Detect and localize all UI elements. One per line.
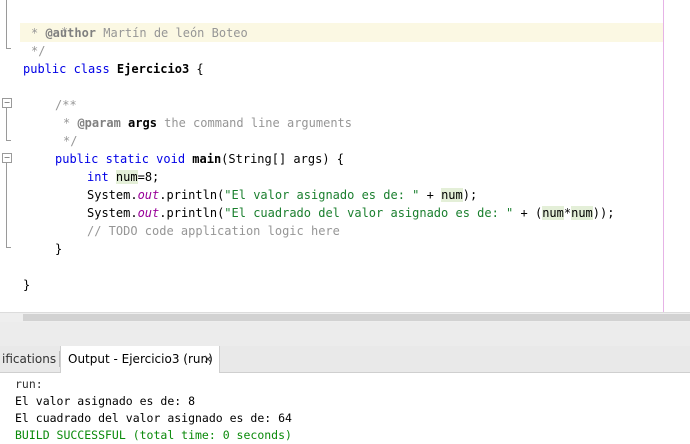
right-margin-guide <box>663 0 664 312</box>
code-text: )); <box>592 206 615 220</box>
scrollbar-thumb[interactable] <box>23 314 690 321</box>
fold-line <box>6 108 7 140</box>
javadoc-tag: @author <box>45 26 97 40</box>
code-editor[interactable]: − − * * @author Martín de león Boteo */ … <box>0 0 690 312</box>
code-line: * @author Martín de león Boteo <box>23 24 248 42</box>
fold-line <box>6 0 7 48</box>
code-line: */ <box>23 132 77 150</box>
code-line: System.out.println("El cuadrado del valo… <box>23 204 614 222</box>
code-line: // TODO code application logic here <box>23 222 340 240</box>
string-literal: "El cuadrado del valor asignado es de: " <box>224 206 514 220</box>
output-line: run: <box>15 377 43 391</box>
fold-line-end <box>6 48 11 49</box>
comment-text: /** <box>55 98 77 112</box>
comment-text: * <box>31 26 46 40</box>
fold-line <box>6 163 7 247</box>
param-name: args <box>120 116 157 130</box>
tab-notifications[interactable]: ifications <box>0 346 56 372</box>
code-line: } <box>23 240 62 258</box>
output-console[interactable]: run: El valor asignado es de: 8 El cuadr… <box>0 373 690 442</box>
code-line: System.out.println("El valor asignado es… <box>23 186 477 204</box>
javadoc-tag: @param <box>77 116 121 130</box>
panel-splitter[interactable] <box>0 322 690 347</box>
static-field: out <box>137 206 160 220</box>
code-line: /** <box>23 96 77 114</box>
variable-occurrence: num <box>571 206 593 220</box>
keyword: public static void <box>55 152 186 166</box>
code-line: */ <box>23 42 45 60</box>
fold-toggle-icon[interactable]: − <box>2 98 12 108</box>
static-field: out <box>137 188 160 202</box>
output-line: El cuadrado del valor asignado es de: 64 <box>15 411 292 425</box>
comment-text: Martín de león Boteo <box>96 26 248 40</box>
code-line: } <box>23 276 30 294</box>
comment-text: */ <box>31 44 46 58</box>
code-line: * <box>23 5 68 39</box>
code-text: ); <box>462 188 478 202</box>
class-name: Ejercicio3 <box>109 62 190 76</box>
todo-comment: // TODO code application logic here <box>87 224 340 238</box>
code-text: .println( <box>159 206 225 220</box>
output-line: El valor asignado es de: 8 <box>15 394 196 408</box>
code-line: public class Ejercicio3 { <box>23 60 204 78</box>
closing-brace: } <box>55 242 63 256</box>
editor-horizontal-scrollbar[interactable] <box>0 312 690 322</box>
editor-gutter: − − <box>0 0 20 312</box>
comment-text: * <box>63 116 78 130</box>
comment-text: */ <box>63 134 78 148</box>
build-status-line: BUILD SUCCESSFUL (total time: 0 seconds) <box>15 428 292 442</box>
method-signature: (String[] args) { <box>221 152 344 166</box>
fold-toggle-icon[interactable]: − <box>2 153 12 163</box>
code-text: =8; <box>137 170 160 184</box>
code-line: * @param args the command line arguments <box>23 114 352 132</box>
keyword: public class <box>23 62 110 76</box>
code-text: + ( <box>513 206 543 220</box>
fold-line-end <box>6 247 11 248</box>
comment-text: the command line arguments <box>156 116 353 130</box>
variable-occurrence: num <box>441 188 463 202</box>
fold-line-end <box>6 140 11 141</box>
code-line: public static void main(String[] args) { <box>23 150 344 168</box>
string-literal: "El valor asignado es de: " <box>224 188 420 202</box>
code-text: .println( <box>159 188 225 202</box>
closing-brace: } <box>23 278 31 292</box>
keyword: int <box>87 170 109 184</box>
tab-output[interactable]: Output - Ejercicio3 (run) × <box>60 346 220 373</box>
bottom-panel-tabbar: ifications Output - Ejercicio3 (run) × <box>0 346 690 373</box>
code-text: System. <box>87 206 138 220</box>
code-line: int num=8; <box>23 168 159 186</box>
variable-occurrence: num <box>115 170 138 184</box>
tab-output-label: Output - Ejercicio3 (run) <box>68 352 213 366</box>
method-name: main <box>185 152 222 166</box>
close-icon[interactable]: × <box>203 346 213 372</box>
code-text: System. <box>87 188 138 202</box>
punctuation: { <box>189 62 204 76</box>
code-text: + <box>419 188 442 202</box>
variable-occurrence: num <box>542 206 564 220</box>
